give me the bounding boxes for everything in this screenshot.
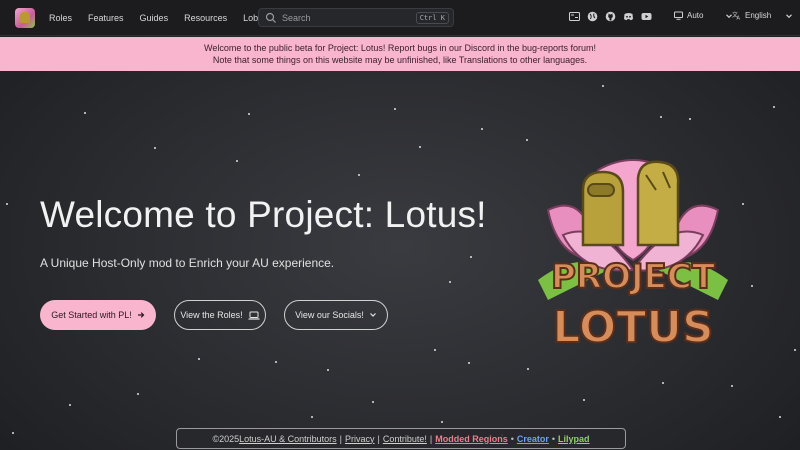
social-icons [569,11,659,22]
footer-separator: | [429,433,433,444]
chevron-down-icon [370,313,376,317]
nav-link-features[interactable]: Features [88,13,124,23]
view-socials-label: View our Socials! [295,310,364,320]
footer-link-privacy[interactable]: Privacy [345,434,375,444]
nav-links: Roles Features Guides Resources Lobbies [49,13,291,23]
hero-subtitle: A Unique Host-Only mod to Enrich your AU… [40,256,335,270]
search-box[interactable]: Ctrl K [258,8,454,27]
footer-separator: | [377,433,380,444]
language-label: English [745,11,772,20]
footer-separator: | [339,433,342,444]
search-input[interactable] [282,12,422,23]
hero-title: Welcome to Project: Lotus! [40,194,487,235]
view-roles-button[interactable]: View the Roles! [174,300,266,330]
get-started-button[interactable]: Get Started with PL! [40,300,156,330]
footer-link-lilypad[interactable]: Lilypad [558,434,590,444]
logo-text-lotus: LOTUS [552,302,713,353]
project-lotus-logo: PROJECT LOTUS [538,159,728,354]
nav-link-resources[interactable]: Resources [184,13,227,23]
logo-text-project: PROJECT [551,257,716,297]
theme-selector[interactable]: Auto [674,11,733,20]
discord-icon[interactable] [623,11,634,22]
search-shortcut-hint: Ctrl K [415,12,449,24]
arrow-right-icon [137,312,145,318]
footer-copyright: ©2025 [212,433,240,444]
language-icon: 文 A [732,11,741,20]
youtube-icon[interactable] [641,11,652,22]
translate-icon[interactable] [569,11,580,22]
language-selector[interactable]: 文 A English [732,11,793,20]
banner-line-2: Note that some things on this website ma… [212,55,588,65]
globe-icon[interactable] [587,11,598,22]
footer-dot: • [551,433,556,444]
footer-bar: ©2025 Lotus-AU & Contributors | Privacy … [176,428,626,449]
footer-link-contribute[interactable]: Contribute! [383,434,427,444]
get-started-label: Get Started with PL! [51,310,132,320]
banner-line-1: Welcome to the public beta for Project: … [203,43,597,53]
top-navbar: Roles Features Guides Resources Lobbies … [0,0,800,36]
svg-text:A: A [737,16,741,21]
view-roles-label: View the Roles! [180,310,243,320]
announcement-banner: Welcome to the public beta for Project: … [0,37,800,71]
footer-link-creator[interactable]: Creator [517,434,549,444]
theme-label: Auto [687,11,704,20]
github-icon[interactable] [605,11,616,22]
footer-dot: • [510,433,514,444]
chevron-down-icon [786,13,793,18]
monitor-icon [674,11,683,20]
search-icon [265,12,276,23]
site-logo[interactable] [15,7,35,28]
laptop-icon [248,311,260,320]
nav-link-roles[interactable]: Roles [49,13,72,23]
footer-link-org[interactable]: Lotus-AU & Contributors [239,434,337,444]
footer-link-modded-regions[interactable]: Modded Regions [435,434,508,444]
nav-link-guides[interactable]: Guides [140,13,169,23]
view-socials-button[interactable]: View our Socials! [284,300,388,330]
